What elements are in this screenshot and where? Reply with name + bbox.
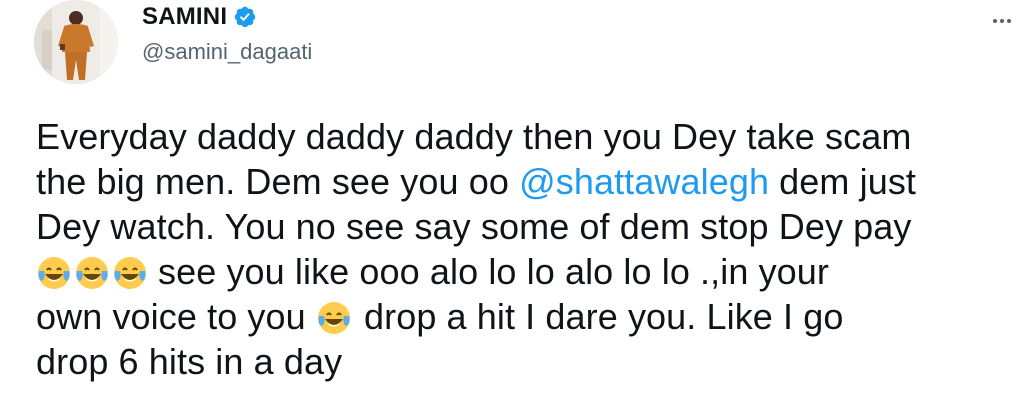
face-with-tears-of-joy-icon bbox=[316, 300, 352, 336]
tweet-line-3: Dey watch. You no see say some of dem st… bbox=[36, 206, 912, 247]
tweet-line-4: see you like ooo alo lo lo alo lo lo .,i… bbox=[36, 249, 1016, 294]
author-avatar[interactable] bbox=[34, 0, 118, 84]
tweet-body: Everyday daddy daddy daddy then you Dey … bbox=[36, 114, 1016, 384]
tweet-text-segment: dem just bbox=[769, 161, 917, 202]
tweet-text-segment: drop a hit I dare you. Like I go bbox=[363, 296, 844, 337]
name-row: SAMINI bbox=[142, 2, 312, 32]
tweet-line-6: drop 6 hits in a day bbox=[36, 341, 343, 382]
more-dot bbox=[1000, 19, 1004, 23]
verified-badge-icon bbox=[233, 5, 257, 29]
face-with-tears-of-joy-icon bbox=[36, 255, 72, 291]
avatar-photo-icon bbox=[34, 0, 118, 84]
tweet-header: SAMINI @samini_dagaati bbox=[142, 2, 312, 65]
tweet-text-segment: the big men. Dem see you oo bbox=[36, 161, 520, 202]
more-horizontal-icon bbox=[993, 19, 997, 23]
tweet-text-segment: own voice to you bbox=[36, 296, 306, 337]
author-handle[interactable]: @samini_dagaati bbox=[142, 39, 312, 65]
face-with-tears-of-joy-icon bbox=[74, 255, 110, 291]
more-dot bbox=[1007, 19, 1011, 23]
more-options-button[interactable] bbox=[985, 4, 1019, 38]
tweet-text-segment: see you like ooo alo lo lo alo lo lo .,i… bbox=[158, 251, 830, 292]
tweet-line-2: the big men. Dem see you oo @shattawaleg… bbox=[36, 159, 1016, 204]
tweet-line-1: Everyday daddy daddy daddy then you Dey … bbox=[36, 116, 912, 157]
author-display-name[interactable]: SAMINI bbox=[142, 3, 227, 31]
tweet-line-5: own voice to you drop a hit I dare you. … bbox=[36, 294, 1016, 339]
tweet-card: SAMINI @samini_dagaati Everyday daddy da… bbox=[0, 0, 1035, 418]
face-with-tears-of-joy-icon bbox=[112, 255, 148, 291]
mention-link[interactable]: @shattawalegh bbox=[519, 161, 769, 202]
